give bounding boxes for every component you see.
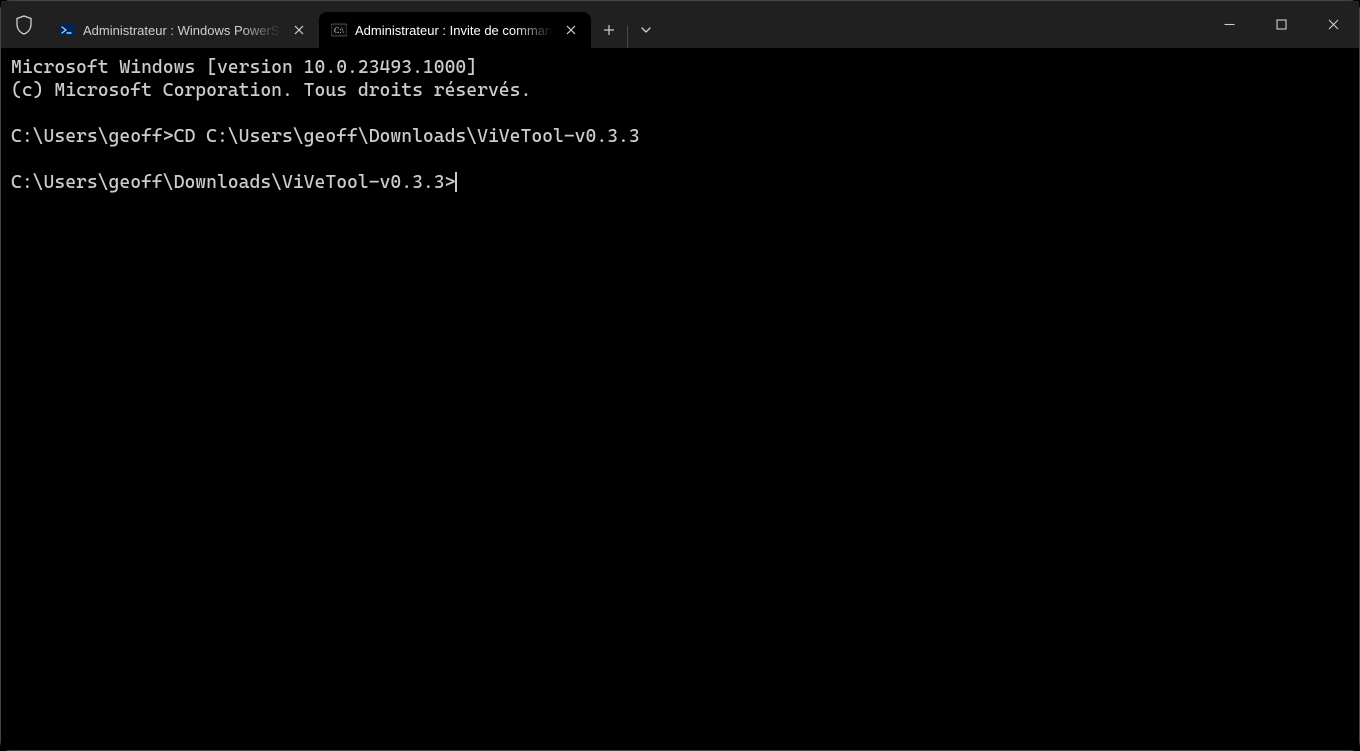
tab-close-button[interactable] xyxy=(561,20,581,40)
terminal-prompt: C:\Users\geoff\Downloads\ViVeTool-v0.3.3… xyxy=(11,172,455,193)
tab-cmd[interactable]: C:\ Administrateur : Invite de commandes xyxy=(319,12,591,48)
terminal-line: Microsoft Windows [version 10.0.23493.10… xyxy=(11,57,477,78)
text-cursor xyxy=(455,172,457,192)
chevron-down-icon xyxy=(640,24,652,36)
close-icon xyxy=(1328,19,1339,30)
svg-text:C:\: C:\ xyxy=(334,26,345,35)
tab-strip: Administrateur : Windows PowerShell C:\ … xyxy=(47,1,664,48)
terminal-line: (c) Microsoft Corporation. Tous droits r… xyxy=(11,80,531,101)
tab-powershell[interactable]: Administrateur : Windows PowerShell xyxy=(47,12,319,48)
cmd-icon: C:\ xyxy=(331,22,347,38)
terminal-output[interactable]: Microsoft Windows [version 10.0.23493.10… xyxy=(1,48,1359,750)
maximize-button[interactable] xyxy=(1255,1,1307,48)
plus-icon xyxy=(603,24,615,36)
terminal-line: C:\Users\geoff>CD C:\Users\geoff\Downloa… xyxy=(11,126,640,147)
minimize-button[interactable] xyxy=(1203,1,1255,48)
tab-title: Administrateur : Invite de commandes xyxy=(355,23,553,38)
maximize-icon xyxy=(1276,19,1287,30)
titlebar-drag-area[interactable] xyxy=(664,1,1203,48)
close-icon xyxy=(294,25,304,35)
tab-dropdown-button[interactable] xyxy=(628,12,664,48)
close-icon xyxy=(566,25,576,35)
minimize-icon xyxy=(1224,19,1235,30)
close-window-button[interactable] xyxy=(1307,1,1359,48)
tab-title: Administrateur : Windows PowerShell xyxy=(83,23,281,38)
admin-shield-icon xyxy=(1,1,47,48)
powershell-icon xyxy=(59,22,75,38)
tab-close-button[interactable] xyxy=(289,20,309,40)
titlebar: Administrateur : Windows PowerShell C:\ … xyxy=(1,1,1359,48)
new-tab-button[interactable] xyxy=(591,12,627,48)
window-controls xyxy=(1203,1,1359,48)
